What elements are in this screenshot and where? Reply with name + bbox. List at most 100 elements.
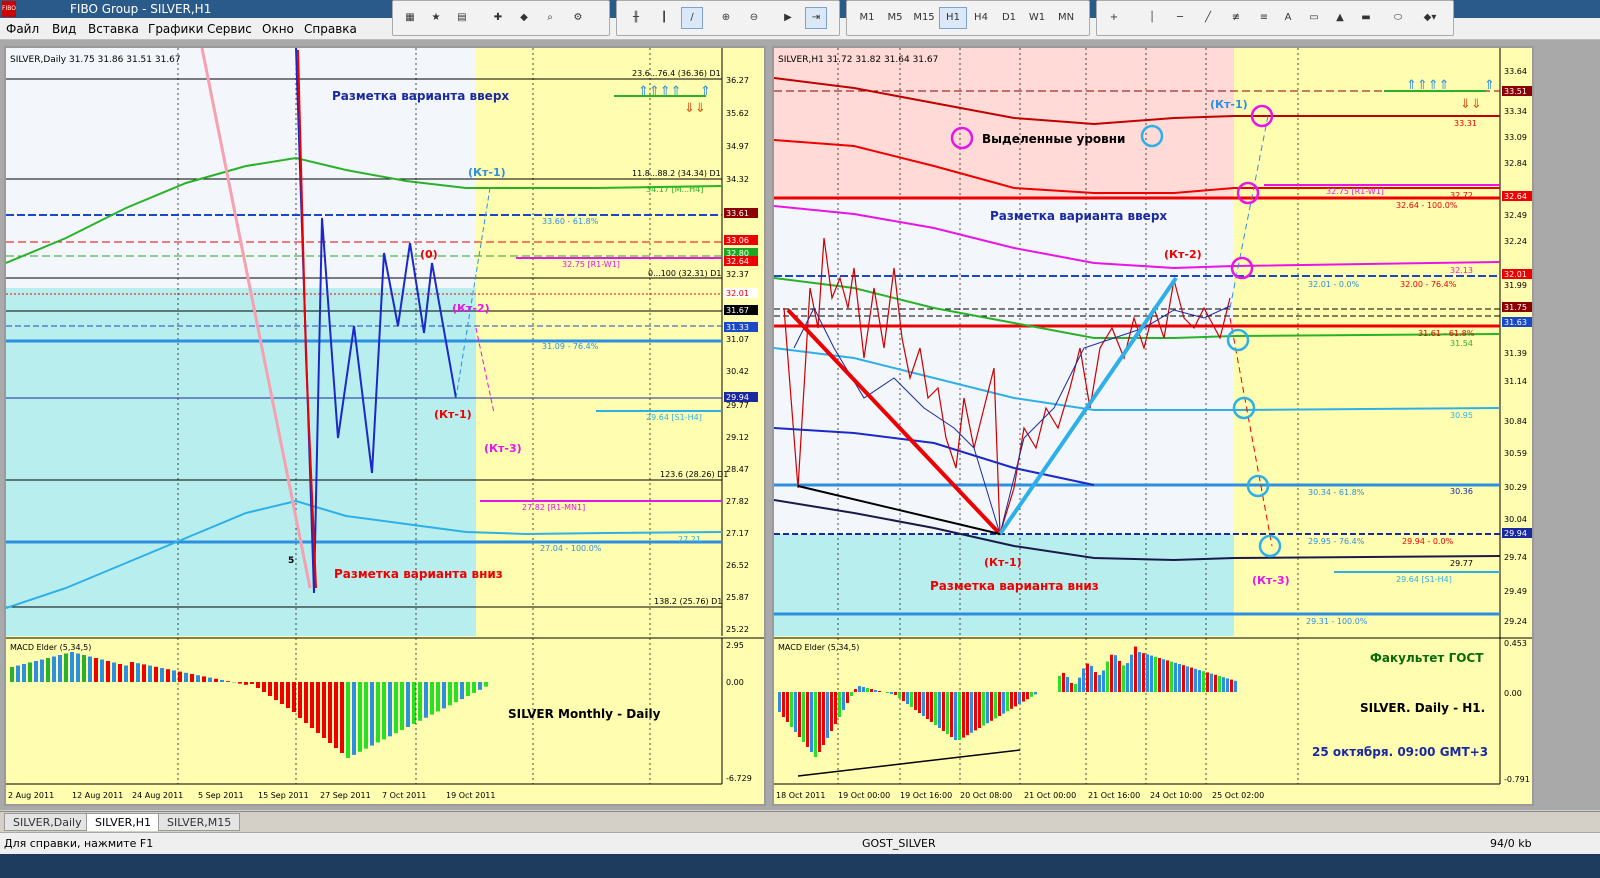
macd-bar: [810, 692, 813, 752]
macd-bar: [382, 682, 386, 740]
macd-bar: [148, 665, 152, 682]
macd-bar: [782, 692, 785, 717]
date-label: 19 Oct 16:00: [900, 791, 952, 800]
svg-text:30.34 - 61.8%: 30.34 - 61.8%: [1308, 488, 1365, 497]
macd-bar: [866, 688, 869, 692]
new-order-icon[interactable]: ✚: [487, 7, 509, 29]
macd-bar: [52, 656, 56, 682]
zoom-out-icon[interactable]: ⊖: [743, 7, 765, 29]
tab-silver-m15[interactable]: SILVER,M15: [158, 813, 241, 831]
chart-shift-icon[interactable]: ⇥: [805, 7, 827, 29]
macd-bar: [1018, 692, 1021, 704]
menu-view[interactable]: Вид: [52, 22, 76, 36]
zoom-in-icon[interactable]: ⊕: [715, 7, 737, 29]
more-objects-icon[interactable]: ◆▾: [1419, 7, 1441, 29]
equidistant-channel-icon[interactable]: ≢: [1225, 7, 1247, 29]
macd-bar: [100, 659, 104, 682]
zoom-tool-icon[interactable]: ⌕: [539, 7, 561, 29]
tf-mn-button[interactable]: MN: [1051, 7, 1081, 29]
tf-m5-button[interactable]: M5: [881, 7, 909, 29]
tf-d1-button[interactable]: D1: [995, 7, 1023, 29]
macd-bar: [82, 655, 86, 682]
tf-m15-button[interactable]: M15: [909, 7, 939, 29]
macd-bar: [304, 682, 308, 723]
macd-bar: [310, 682, 314, 728]
ellipse-tool-icon[interactable]: ⬭: [1387, 7, 1409, 29]
macd-bar: [1194, 668, 1197, 692]
macd-bar: [328, 682, 332, 743]
macd-bar: [910, 692, 913, 707]
price-scale-label: 25.22: [726, 625, 749, 634]
up-marking-label: Разметка варианта вверх: [332, 89, 509, 103]
menu-tools[interactable]: Сервис: [207, 22, 252, 36]
macd-bar: [1002, 692, 1005, 714]
svg-text:32.00 - 76.4%: 32.00 - 76.4%: [1400, 280, 1457, 289]
menu-window[interactable]: Окно: [262, 22, 294, 36]
market-watch-icon[interactable]: ▤: [451, 7, 473, 29]
macd-bar: [394, 682, 398, 734]
price-scale-label: 32.64: [726, 257, 749, 266]
text-tool-icon[interactable]: A: [1277, 7, 1299, 29]
bar-chart-icon[interactable]: ╫: [625, 7, 647, 29]
macd-caption: SILVER. Daily - H1.: [1360, 701, 1485, 715]
price-scale-label: 35.62: [726, 109, 749, 118]
macd-bar: [1058, 675, 1061, 692]
chart-window-silver-h1[interactable]: ⇑⇑⇑⇑ ⇑ ⇓⇓ SILVER,H1 31.72 31.82 31.64 31.…: [772, 46, 1534, 806]
tf-w1-button[interactable]: W1: [1023, 7, 1051, 29]
price-scale-label: 33.61: [726, 209, 749, 218]
crosshair-icon[interactable]: +: [1103, 7, 1125, 29]
settings-icon[interactable]: ⚙: [567, 7, 589, 29]
macd-bar: [854, 689, 857, 692]
trendline-icon[interactable]: ╱: [1197, 7, 1219, 29]
macd-bar: [998, 692, 1001, 716]
arrows-tool-icon[interactable]: ▲: [1329, 7, 1351, 29]
price-scale-label: 30.04: [1504, 515, 1527, 524]
line-chart-icon[interactable]: ∕: [681, 7, 703, 29]
svg-text:33.31: 33.31: [1454, 119, 1477, 128]
menu-file[interactable]: Файл: [6, 22, 39, 36]
date-label: 12 Aug 2011: [72, 791, 123, 800]
menu-charts[interactable]: Графики: [148, 22, 203, 36]
shapes-tool-icon[interactable]: ▬: [1355, 7, 1377, 29]
label-tool-icon[interactable]: ▭: [1303, 7, 1325, 29]
chart-canvas-daily[interactable]: ⇑⇑⇑⇑ ⇑ ⇓⇓ SILVER,Daily 31.75 31.86 31.51 …: [6, 48, 764, 804]
tf-h4-button[interactable]: H4: [967, 7, 995, 29]
macd-header: MACD Elder (5,34,5): [778, 643, 859, 652]
macd-bar: [1158, 658, 1161, 692]
profiles-icon[interactable]: ★: [425, 7, 447, 29]
price-scale-label: 30.42: [726, 367, 749, 376]
svg-text:23.6...76.4 (36.36) D1: 23.6...76.4 (36.36) D1: [632, 69, 721, 78]
price-scale-label: 34.32: [726, 175, 749, 184]
price-scale-label: 26.52: [726, 561, 749, 570]
alert-icon[interactable]: ◆: [513, 7, 535, 29]
tab-silver-daily[interactable]: SILVER,Daily: [4, 813, 91, 831]
fibonacci-icon[interactable]: ≡: [1253, 7, 1275, 29]
autoscroll-icon[interactable]: ▶: [777, 7, 799, 29]
tf-m1-button[interactable]: M1: [853, 7, 881, 29]
macd-bar: [1178, 664, 1181, 692]
macd-bar: [364, 682, 368, 749]
candle-chart-icon[interactable]: ┃: [653, 7, 675, 29]
new-chart-icon[interactable]: ▦: [399, 7, 421, 29]
price-scale-label: 33.64: [1504, 67, 1527, 76]
macd-bar: [830, 692, 833, 731]
macd-bar: [1206, 672, 1209, 692]
date-caption: 25 октября. 09:00 GMT+3: [1312, 745, 1488, 759]
svg-text:29.77: 29.77: [1450, 559, 1473, 568]
macd-bar: [1130, 654, 1133, 692]
price-scale-label: 30.29: [1504, 483, 1527, 492]
price-scale-label: 31.75: [1504, 303, 1527, 312]
macd-bar: [130, 662, 134, 682]
svg-text:11.8...88.2 (34.34) D1: 11.8...88.2 (34.34) D1: [632, 169, 721, 178]
menu-insert[interactable]: Вставка: [88, 22, 139, 36]
vertical-line-icon[interactable]: │: [1141, 7, 1163, 29]
tf-h1-button[interactable]: H1: [939, 7, 967, 29]
down-arrows: ⇓⇓: [1460, 97, 1482, 112]
menu-help[interactable]: Справка: [304, 22, 357, 36]
tab-silver-h1[interactable]: SILVER,H1: [86, 813, 161, 831]
macd-bar: [1102, 670, 1105, 692]
macd-bar: [142, 664, 146, 682]
horizontal-line-icon[interactable]: ─: [1169, 7, 1191, 29]
chart-canvas-h1[interactable]: ⇑⇑⇑⇑ ⇑ ⇓⇓ SILVER,H1 31.72 31.82 31.64 31.…: [774, 48, 1532, 804]
chart-window-silver-daily[interactable]: ⇑⇑⇑⇑ ⇑ ⇓⇓ SILVER,Daily 31.75 31.86 31.51 …: [4, 46, 766, 806]
